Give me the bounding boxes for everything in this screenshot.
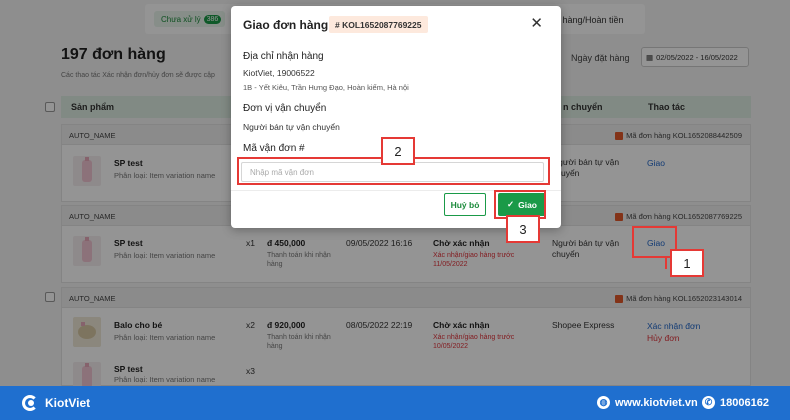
globe-icon: ◍ bbox=[597, 396, 610, 409]
kiotviet-logo-icon bbox=[22, 395, 40, 411]
hotline-number: 18006162 bbox=[720, 396, 769, 409]
callout-leader bbox=[665, 257, 667, 269]
delivery-address: 1B - Yết Kiêu, Trần Hưng Đạo, Hoàn kiếm,… bbox=[243, 83, 409, 92]
modal-order-code: # KOL1652087769225 bbox=[329, 16, 428, 33]
modal-title: Giao đơn hàng bbox=[243, 18, 329, 32]
website-info: ◍ www.kiotviet.vn bbox=[597, 396, 698, 409]
footer-bar: KiotViet ◍ www.kiotviet.vn ✆ 18006162 bbox=[0, 386, 790, 420]
close-icon[interactable]: ✕ bbox=[530, 16, 543, 31]
brand-name: KiotViet bbox=[45, 396, 91, 410]
carrier-label: Đơn vị vận chuyển bbox=[243, 103, 327, 114]
tracking-label: Mã vận đơn # bbox=[243, 143, 305, 154]
recipient-info: KiotViet, 19006522 bbox=[243, 68, 315, 78]
carrier-value: Người bán tự vận chuyển bbox=[243, 122, 340, 132]
step-1-callout: 1 bbox=[670, 249, 704, 277]
website-url: www.kiotviet.vn bbox=[615, 396, 698, 409]
step-2-callout: 2 bbox=[381, 137, 415, 165]
brand-logo: KiotViet bbox=[22, 395, 90, 411]
step-3-callout: 3 bbox=[506, 215, 540, 243]
hotline-info: ✆ 18006162 bbox=[702, 396, 769, 409]
cancel-button[interactable]: Huỷ bỏ bbox=[444, 193, 486, 216]
address-label: Địa chỉ nhận hàng bbox=[243, 51, 324, 62]
phone-icon: ✆ bbox=[702, 396, 715, 409]
